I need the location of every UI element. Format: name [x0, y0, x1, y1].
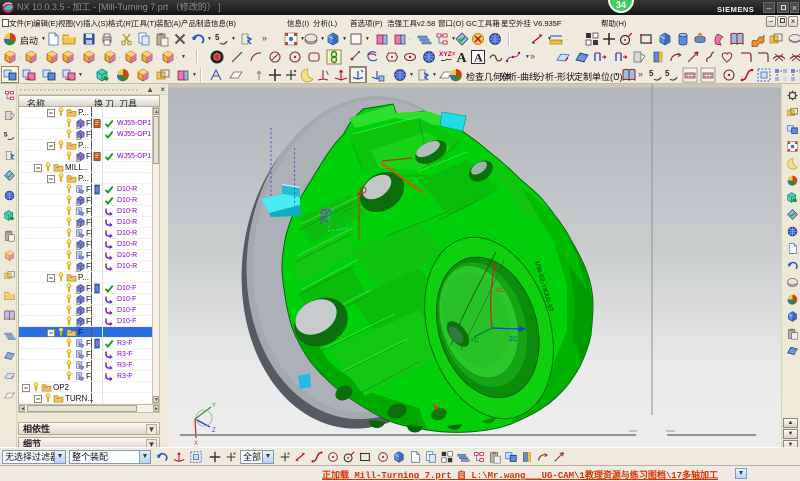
svg-text:ZM: ZM [320, 207, 331, 216]
svg-text:Y: Y [212, 403, 216, 409]
svg-text:YC: YC [470, 337, 479, 344]
svg-text:ZC: ZC [509, 336, 518, 343]
svg-text:Z: Z [212, 428, 216, 434]
svg-text:XC: XC [496, 287, 505, 294]
